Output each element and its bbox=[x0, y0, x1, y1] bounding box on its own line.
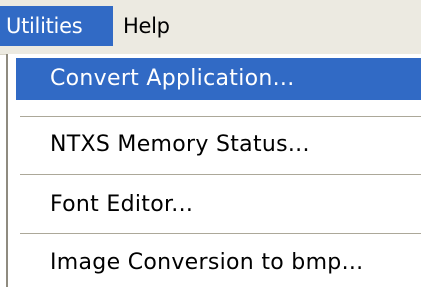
menu-utilities[interactable]: Utilities bbox=[0, 6, 113, 46]
menu-help[interactable]: Help bbox=[123, 6, 170, 46]
menu-item-convert-application[interactable]: Convert Application... bbox=[16, 58, 421, 100]
menu-item-label: Convert Application... bbox=[50, 66, 295, 91]
menu-item-font-editor[interactable]: Font Editor... bbox=[16, 184, 421, 226]
menu-help-label: Help bbox=[123, 14, 170, 38]
menu-item-label: NTXS Memory Status... bbox=[50, 132, 310, 157]
menu-item-label: Image Conversion to bmp... bbox=[50, 250, 364, 275]
menu-item-label: Font Editor... bbox=[50, 192, 194, 217]
utilities-dropdown-menu: Convert Application... NTXS Memory Statu… bbox=[6, 54, 421, 287]
menu-item-image-conversion[interactable]: Image Conversion to bmp... bbox=[16, 242, 421, 284]
menu-bar: Utilities Help bbox=[0, 0, 421, 55]
menu-separator bbox=[20, 116, 421, 118]
menu-separator bbox=[20, 233, 421, 235]
menu-utilities-label: Utilities bbox=[6, 14, 83, 38]
menu-separator bbox=[20, 174, 421, 176]
menu-item-ntxs-memory-status[interactable]: NTXS Memory Status... bbox=[16, 124, 421, 166]
